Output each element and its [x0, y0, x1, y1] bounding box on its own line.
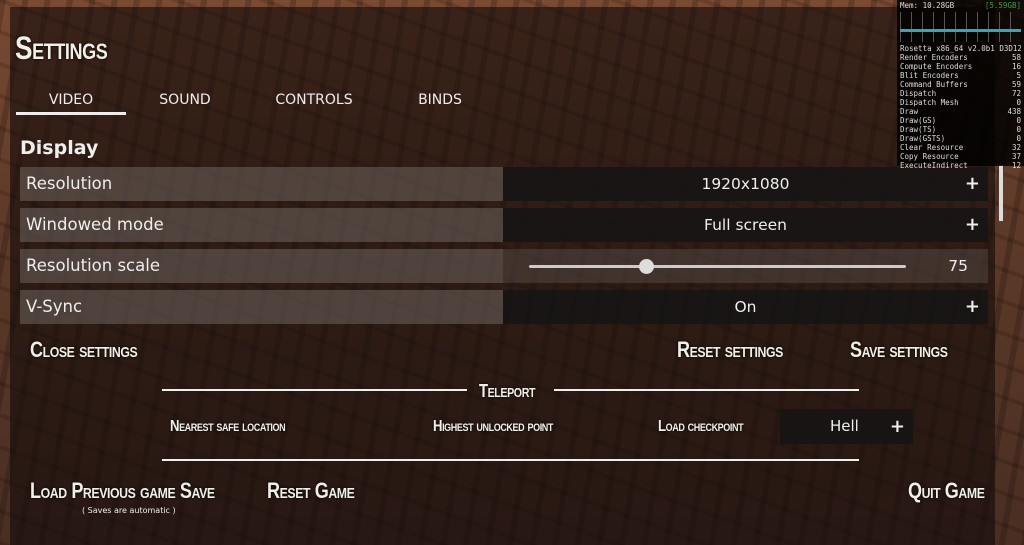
- tab-video[interactable]: VIDEO: [16, 92, 126, 115]
- vsync-select[interactable]: On +: [503, 290, 988, 324]
- setting-row-resolution: Resolution 1920x1080 +: [20, 167, 988, 201]
- perf-stat-row: Draw(GS) 0: [900, 116, 1021, 125]
- setting-value: 1920x1080: [701, 175, 790, 193]
- setting-label: Resolution scale: [20, 249, 503, 283]
- load-checkpoint-button[interactable]: Load checkpoint: [658, 418, 744, 436]
- perf-stat-row: Compute Encoders 16: [900, 62, 1021, 71]
- stat-label: Draw(GS): [900, 116, 937, 125]
- stat-label: Command Buffers: [900, 80, 968, 89]
- page-title: Settings: [15, 30, 108, 66]
- windowed-mode-select[interactable]: Full screen +: [503, 208, 988, 242]
- stat-label: Draw: [900, 107, 919, 116]
- perf-header-text: Rosetta x86_64 v2.0b1 D3D12: [900, 44, 1021, 53]
- setting-row-windowed: Windowed mode Full screen +: [20, 208, 988, 242]
- stat-value: 0: [1016, 134, 1021, 143]
- stat-label: Blit Encoders: [900, 71, 959, 80]
- slider-thumb[interactable]: [638, 259, 654, 274]
- perf-stat-row: Copy Resource 37: [900, 152, 1021, 161]
- perf-stat-row: Dispatch Mesh 0: [900, 98, 1021, 107]
- stat-label: Compute Encoders: [900, 62, 973, 71]
- stat-label: Draw(TS): [900, 125, 937, 134]
- perf-stat-row: Blit Encoders 5: [900, 71, 1021, 80]
- stat-value: 72: [1011, 89, 1021, 98]
- reset-settings-button[interactable]: Reset settings: [677, 337, 783, 363]
- stat-label: Dispatch: [900, 89, 937, 98]
- stat-label: Dispatch Mesh: [900, 98, 959, 107]
- setting-row-vsync: V-Sync On +: [20, 290, 988, 324]
- section-heading: Display: [20, 137, 99, 159]
- stat-value: 5: [1016, 71, 1021, 80]
- setting-row-scale: Resolution scale 75: [20, 249, 988, 283]
- mem-label: Mem:: [900, 1, 919, 10]
- stat-label: Draw(GSTS): [900, 134, 946, 143]
- checkpoint-select[interactable]: Hell +: [780, 409, 913, 444]
- plus-icon[interactable]: +: [965, 208, 980, 242]
- scrollbar[interactable]: [999, 165, 1003, 221]
- stat-value: 59: [1011, 80, 1021, 89]
- resolution-scale-slider[interactable]: 75: [503, 249, 988, 283]
- setting-label: Resolution: [20, 167, 503, 201]
- stat-label: Render Encoders: [900, 53, 968, 62]
- stat-value: 16: [1011, 62, 1021, 71]
- stat-value: 32: [1011, 143, 1021, 152]
- setting-label: V-Sync: [20, 290, 503, 324]
- stat-label: Clear Resource: [900, 143, 964, 152]
- setting-label: Windowed mode: [20, 208, 503, 242]
- setting-value: Full screen: [704, 216, 787, 234]
- perf-header: Rosetta x86_64 v2.0b1 D3D12: [900, 44, 1021, 53]
- perf-stats: Render Encoders 58 Compute Encoders 16 Blit …: [900, 53, 1021, 170]
- perf-graph: [900, 12, 1021, 42]
- saves-hint: ( Saves are automatic ): [82, 506, 176, 515]
- teleport-heading: Teleport: [479, 381, 536, 401]
- stat-value: 37: [1011, 152, 1021, 161]
- close-settings-button[interactable]: Close settings: [30, 337, 138, 363]
- save-settings-button[interactable]: Save settings: [850, 337, 948, 363]
- tab-controls[interactable]: CONTROLS: [265, 92, 363, 108]
- tab-sound[interactable]: SOUND: [140, 92, 230, 108]
- highest-unlocked-point-button[interactable]: Highest unlocked point: [433, 418, 553, 436]
- perf-stat-row: Dispatch 72: [900, 89, 1021, 98]
- quit-game-button[interactable]: Quit Game: [908, 478, 985, 504]
- stat-value: 12: [1011, 161, 1021, 170]
- stat-value: 438: [1007, 107, 1021, 116]
- plus-icon[interactable]: +: [965, 290, 980, 324]
- perf-stat-row: Draw 438: [900, 107, 1021, 116]
- tab-binds[interactable]: BINDS: [405, 92, 475, 108]
- reset-game-button[interactable]: Reset Game: [267, 478, 355, 504]
- stat-label: ExecuteIndirect: [900, 161, 968, 170]
- performance-overlay: Mem: 10.28GB [5.59GB] Rosetta x86_64 v2.0…: [897, 0, 1024, 170]
- mem-row: Mem: 10.28GB [5.59GB]: [900, 1, 1021, 10]
- resolution-select[interactable]: 1920x1080 +: [503, 167, 988, 201]
- perf-stat-row: Clear Resource 32: [900, 143, 1021, 152]
- divider: [162, 389, 467, 391]
- slider-value: 75: [948, 257, 968, 275]
- perf-stat-row: Draw(TS) 0: [900, 125, 1021, 134]
- divider: [554, 389, 859, 391]
- perf-stat-row: Command Buffers 59: [900, 80, 1021, 89]
- mem-value: 10.28GB: [922, 1, 955, 10]
- plus-icon[interactable]: +: [890, 409, 905, 444]
- perf-stat-row: Render Encoders 58: [900, 53, 1021, 62]
- plus-icon[interactable]: +: [965, 167, 980, 201]
- stat-value: 0: [1016, 125, 1021, 134]
- perf-stat-row: ExecuteIndirect 12: [900, 161, 1021, 170]
- stat-value: 0: [1016, 98, 1021, 107]
- mem-extra: [5.59GB]: [984, 1, 1021, 10]
- stat-value: 0: [1016, 116, 1021, 125]
- stat-label: Copy Resource: [900, 152, 959, 161]
- perf-stat-row: Draw(GSTS) 0: [900, 134, 1021, 143]
- setting-value: On: [734, 298, 757, 316]
- divider: [162, 459, 859, 461]
- stat-value: 58: [1011, 53, 1021, 62]
- checkpoint-value: Hell: [830, 417, 859, 435]
- nearest-safe-location-button[interactable]: Nearest safe location: [170, 418, 286, 436]
- slider-track[interactable]: [529, 259, 906, 274]
- load-previous-save-button[interactable]: Load Previous game Save: [30, 478, 215, 504]
